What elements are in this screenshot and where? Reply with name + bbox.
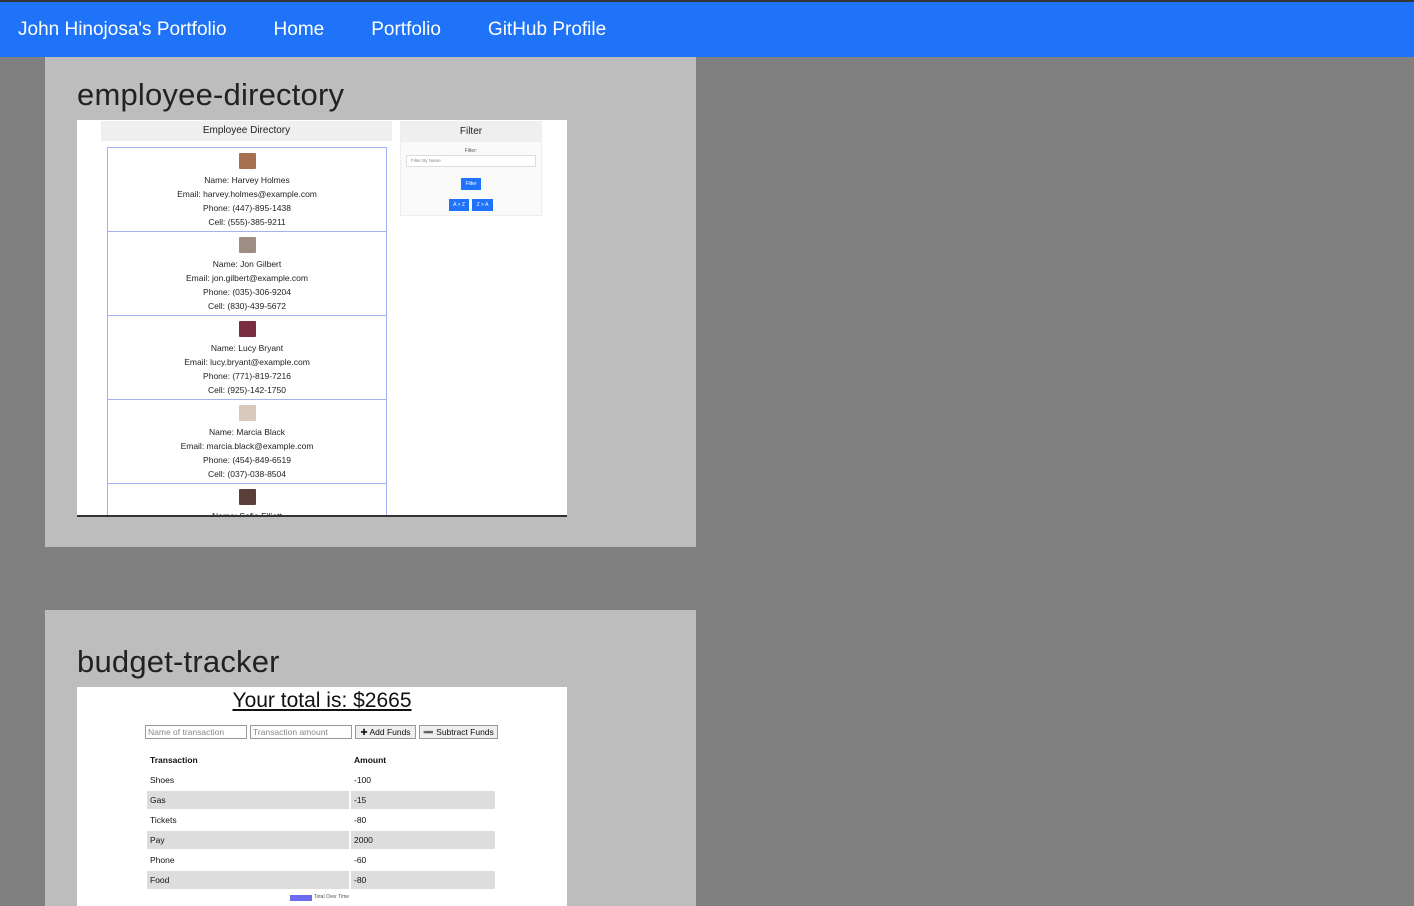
employee-card: Name: Lucy Bryant Email: lucy.bryant@exa… bbox=[107, 315, 387, 399]
employee-name: Name: Marcia Black bbox=[208, 427, 286, 437]
transaction-amount-input[interactable]: Transaction amount bbox=[250, 725, 352, 739]
total-heading: Your total is: $2665 bbox=[232, 689, 412, 712]
filter-label: Filter: bbox=[464, 148, 478, 154]
employee-phone: Phone: (447)-895-1438 bbox=[203, 203, 291, 213]
avatar bbox=[238, 489, 256, 505]
table-row: Pay 2000 bbox=[147, 831, 495, 849]
employee-name: Name: Harvey Holmes bbox=[204, 175, 290, 185]
chart-legend-label: Total Over Time bbox=[314, 894, 350, 900]
project-screenshot[interactable]: Employee Directory Name: Harvey Holmes E… bbox=[77, 120, 567, 517]
amount-cell: -80 bbox=[351, 871, 495, 889]
employee-email: Email: jon.gilbert@example.com bbox=[185, 273, 308, 283]
chart-legend-swatch bbox=[290, 895, 312, 901]
amount-cell: -60 bbox=[351, 851, 495, 869]
amount-cell: -100 bbox=[351, 771, 495, 789]
column-header: Amount bbox=[351, 751, 495, 769]
avatar bbox=[238, 321, 256, 337]
filter-input[interactable]: Filter By Name bbox=[406, 155, 536, 167]
transaction-cell: Pay bbox=[147, 831, 349, 849]
column-header: Transaction bbox=[147, 751, 349, 769]
employee-card: Name: Harvey Holmes Email: harvey.holmes… bbox=[107, 147, 387, 231]
nav-home-link[interactable]: Home bbox=[274, 19, 325, 41]
employee-email: Email: lucy.bryant@example.com bbox=[184, 357, 310, 367]
nav-portfolio-link[interactable]: Portfolio bbox=[371, 19, 441, 41]
sort-az-button[interactable]: A > Z bbox=[449, 199, 469, 211]
employee-email: Email: marcia.black@example.com bbox=[180, 441, 314, 451]
employee-cell: Cell: (925)-142-1750 bbox=[208, 385, 286, 395]
employee-card: Name: Sofia Elliott bbox=[107, 483, 387, 517]
employee-name: Name: Sofia Elliott bbox=[212, 511, 282, 517]
transaction-cell: Phone bbox=[147, 851, 349, 869]
employee-card: Name: Marcia Black Email: marcia.black@e… bbox=[107, 399, 387, 483]
avatar bbox=[238, 153, 256, 169]
transaction-cell: Food bbox=[147, 871, 349, 889]
avatar bbox=[238, 237, 256, 253]
table-row: Phone -60 bbox=[147, 851, 495, 869]
table-row: Tickets -80 bbox=[147, 811, 495, 829]
project-card-employee-directory: employee-directory Employee Directory Na… bbox=[45, 57, 696, 547]
project-title: employee-directory bbox=[77, 77, 345, 112]
employee-card: Name: Jon Gilbert Email: jon.gilbert@exa… bbox=[107, 231, 387, 315]
employee-phone: Phone: (454)-849-6519 bbox=[203, 455, 291, 465]
employee-cell: Cell: (555)-385-9211 bbox=[208, 217, 286, 227]
project-screenshot[interactable]: Your total is: $2665 Name of transaction… bbox=[77, 687, 567, 906]
employee-name: Name: Jon Gilbert bbox=[212, 259, 282, 269]
transaction-cell: Shoes bbox=[147, 771, 349, 789]
nav-links: Home Portfolio GitHub Profile bbox=[274, 19, 607, 41]
employee-name: Name: Lucy Bryant bbox=[210, 343, 284, 353]
transaction-cell: Gas bbox=[147, 791, 349, 809]
nav-github-link[interactable]: GitHub Profile bbox=[488, 19, 606, 41]
amount-cell: 2000 bbox=[351, 831, 495, 849]
employee-phone: Phone: (771)-819-7216 bbox=[203, 371, 291, 381]
amount-cell: -15 bbox=[351, 791, 495, 809]
project-card-budget-tracker: budget-tracker Your total is: $2665 Name… bbox=[45, 610, 696, 906]
transaction-cell: Tickets bbox=[147, 811, 349, 829]
table-row: Shoes -100 bbox=[147, 771, 495, 789]
table-header-row: Transaction Amount bbox=[147, 751, 495, 769]
employee-cell: Cell: (037)-038-8504 bbox=[208, 469, 286, 479]
brand-link[interactable]: John Hinojosa's Portfolio bbox=[18, 19, 227, 41]
project-title: budget-tracker bbox=[77, 644, 280, 679]
directory-header: Employee Directory bbox=[101, 121, 392, 141]
filter-panel: Filter Filter: Filter By Name Filter A >… bbox=[400, 121, 542, 216]
table-row: Food -80 bbox=[147, 871, 495, 889]
employee-email: Email: harvey.holmes@example.com bbox=[177, 189, 317, 199]
employee-list: Name: Harvey Holmes Email: harvey.holmes… bbox=[107, 147, 387, 517]
navbar: John Hinojosa's Portfolio Home Portfolio… bbox=[0, 0, 1414, 57]
employee-cell: Cell: (830)-439-5672 bbox=[208, 301, 286, 311]
transaction-name-input[interactable]: Name of transaction bbox=[145, 725, 247, 739]
amount-cell: -80 bbox=[351, 811, 495, 829]
filter-title: Filter bbox=[401, 122, 541, 142]
employee-phone: Phone: (035)-306-9204 bbox=[203, 287, 291, 297]
transactions-table: Transaction Amount Shoes -100 Gas -15 Ti… bbox=[145, 749, 497, 891]
subtract-funds-button[interactable]: ➖ Subtract Funds bbox=[419, 725, 498, 739]
table-row: Gas -15 bbox=[147, 791, 495, 809]
add-funds-button[interactable]: ✚ Add Funds bbox=[355, 725, 416, 739]
filter-button[interactable]: Filter bbox=[461, 178, 481, 190]
sort-za-button[interactable]: Z > A bbox=[472, 199, 493, 211]
avatar bbox=[238, 405, 256, 421]
